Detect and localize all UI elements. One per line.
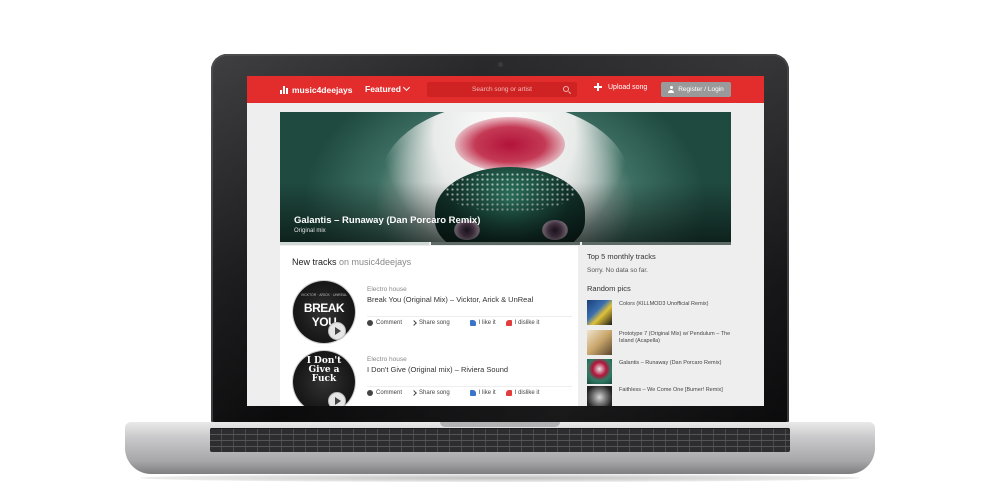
dislike-button[interactable]: I dislike it bbox=[505, 390, 539, 396]
top-tracks-empty: Sorry. No data so far. bbox=[587, 267, 648, 274]
pic-label: Faithless – We Come One [Bumer! Remix] bbox=[619, 387, 723, 393]
play-icon[interactable] bbox=[328, 392, 346, 406]
pic-thumbnail bbox=[587, 330, 612, 355]
pic-thumbnail bbox=[587, 300, 612, 325]
upload-song-button[interactable]: Upload song bbox=[594, 83, 647, 91]
register-login-button[interactable]: Register / Login bbox=[661, 82, 731, 97]
cover-text: I Don't Give a Fuck bbox=[306, 356, 342, 384]
hero-banner[interactable]: Galantis – Runaway (Dan Porcaro Remix) O… bbox=[280, 112, 731, 242]
comment-icon bbox=[367, 320, 373, 326]
comment-button[interactable]: Comment bbox=[367, 390, 402, 396]
featured-menu[interactable]: Featured bbox=[365, 83, 410, 94]
chevron-down-icon bbox=[402, 83, 410, 92]
camera-icon bbox=[498, 62, 503, 67]
like-button[interactable]: I like it bbox=[469, 390, 496, 396]
slide-indicator[interactable] bbox=[431, 242, 580, 245]
share-icon bbox=[411, 390, 417, 396]
thumbs-down-icon bbox=[505, 390, 512, 396]
track-actions: Comment Share song I like it I dislike i… bbox=[367, 386, 572, 399]
browser-screen: music4deejays Featured Upload song Regis… bbox=[247, 76, 764, 406]
slide-indicator[interactable] bbox=[582, 242, 731, 245]
new-tracks-panel: New tracks on music4deejays VICKTOR · AR… bbox=[280, 246, 578, 406]
thumbs-up-icon bbox=[469, 390, 476, 396]
random-pic-item[interactable]: Colors (KILLMOD3 Unofficial Remix) bbox=[587, 300, 737, 326]
slide-indicator[interactable] bbox=[280, 242, 429, 245]
top-navbar: music4deejays Featured Upload song Regis… bbox=[247, 76, 764, 103]
dislike-button[interactable]: I dislike it bbox=[505, 320, 539, 326]
stage: music4deejays Featured Upload song Regis… bbox=[0, 0, 1000, 500]
comment-icon bbox=[367, 390, 373, 396]
track-genre: Electro house bbox=[367, 286, 407, 293]
equalizer-icon bbox=[280, 86, 289, 94]
search-input[interactable] bbox=[427, 82, 577, 97]
login-label: Register / Login bbox=[678, 86, 724, 93]
featured-label: Featured bbox=[365, 84, 401, 94]
search-box bbox=[427, 82, 577, 97]
thumbs-down-icon bbox=[505, 320, 512, 326]
random-pic-item[interactable]: Galantis – Runaway (Dan Porcaro Remix) bbox=[587, 359, 737, 385]
track-item: I Don't Give a Fuck Electro house I Don'… bbox=[280, 351, 578, 406]
plus-icon bbox=[594, 83, 602, 91]
share-button[interactable]: Share song bbox=[411, 390, 450, 396]
sidebar: Top 5 monthly tracks Sorry. No data so f… bbox=[584, 246, 734, 406]
pic-label: Colors (KILLMOD3 Unofficial Remix) bbox=[619, 301, 709, 307]
share-icon bbox=[411, 320, 417, 326]
pic-label: Galantis – Runaway (Dan Porcaro Remix) bbox=[619, 360, 722, 366]
track-title[interactable]: I Don't Give (Original mix) – Riviera So… bbox=[367, 365, 508, 374]
track-title[interactable]: Break You (Original Mix) – Vicktor, Aric… bbox=[367, 295, 533, 304]
track-actions: Comment Share song I like it I dislike i… bbox=[367, 316, 572, 329]
random-pics-heading: Random pics bbox=[587, 284, 631, 293]
site-logo[interactable]: music4deejays bbox=[280, 84, 352, 96]
hero-slider-indicators bbox=[280, 242, 731, 245]
track-cover[interactable]: VICKTOR · ARICK · UNREAL BREAK YOU bbox=[293, 281, 355, 343]
track-item: VICKTOR · ARICK · UNREAL BREAK YOU Elect… bbox=[280, 281, 578, 349]
pic-label: Prototype 7 (Original Mix) w/ Pendulum –… bbox=[619, 331, 731, 344]
new-tracks-heading: New tracks on music4deejays bbox=[292, 257, 412, 267]
hero-title[interactable]: Galantis – Runaway (Dan Porcaro Remix) bbox=[294, 215, 480, 226]
laptop-shadow bbox=[140, 474, 860, 482]
top-tracks-heading: Top 5 monthly tracks bbox=[587, 252, 656, 261]
search-icon[interactable] bbox=[563, 86, 569, 92]
cover-text: BREAK YOU bbox=[303, 301, 345, 329]
pic-thumbnail bbox=[587, 359, 612, 384]
random-pic-item[interactable]: Prototype 7 (Original Mix) w/ Pendulum –… bbox=[587, 330, 737, 356]
play-icon[interactable] bbox=[328, 322, 346, 340]
thumbs-up-icon bbox=[469, 320, 476, 326]
user-icon bbox=[668, 86, 675, 93]
laptop-keyboard bbox=[210, 428, 790, 452]
pic-thumbnail bbox=[587, 386, 612, 406]
hero-subtitle: Original mix bbox=[294, 228, 326, 234]
laptop-notch bbox=[440, 422, 560, 427]
track-genre: Electro house bbox=[367, 356, 407, 363]
upload-label: Upload song bbox=[608, 83, 648, 91]
comment-button[interactable]: Comment bbox=[367, 320, 402, 326]
like-button[interactable]: I like it bbox=[469, 320, 496, 326]
share-button[interactable]: Share song bbox=[411, 320, 450, 326]
logo-text: music4deejays bbox=[292, 85, 353, 95]
random-pic-item[interactable]: Faithless – We Come One [Bumer! Remix] bbox=[587, 386, 737, 406]
